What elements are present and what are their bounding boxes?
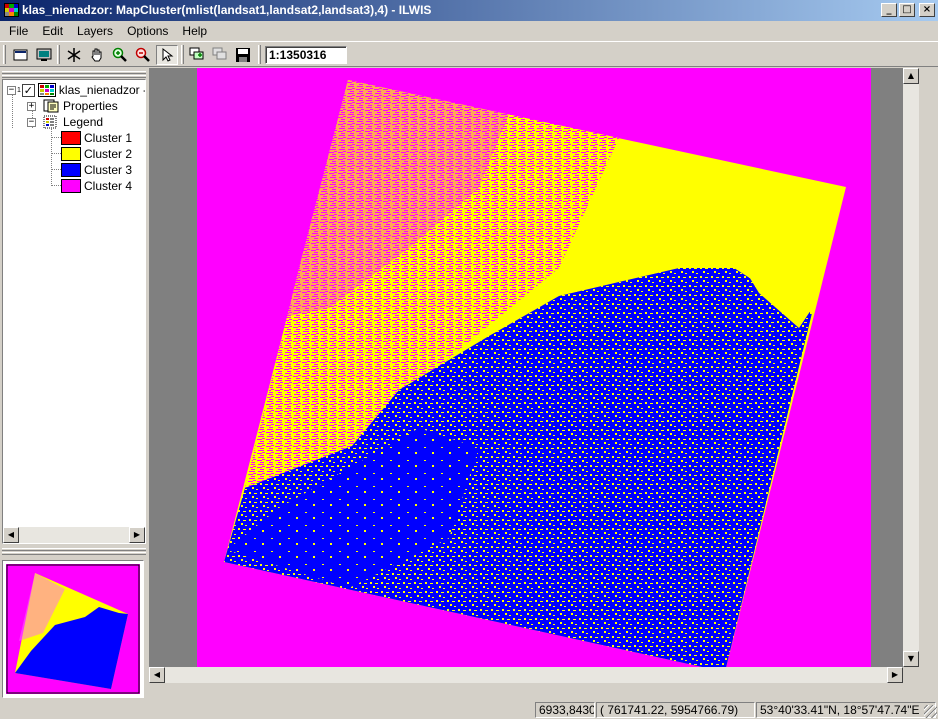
cluster-3-swatch (61, 163, 81, 177)
display-button[interactable] (33, 45, 55, 65)
scroll-left-button[interactable]: ◀ (149, 667, 165, 683)
legend-icon (43, 115, 57, 129)
display-icon (36, 48, 52, 61)
cluster-label: Cluster 1 (84, 131, 133, 145)
remove-layer-button[interactable] (209, 45, 231, 65)
overview-panel[interactable] (2, 560, 144, 698)
map-hscrollbar[interactable]: ◀ ▶ (149, 667, 903, 683)
cluster-label: Cluster 3 (84, 163, 133, 177)
layer-tree-hscrollbar[interactable]: ◀ ▶ (3, 527, 145, 543)
legend-label: Legend (63, 115, 104, 129)
legend-item-cluster-1[interactable]: Cluster 1 (61, 130, 132, 146)
new-map-button[interactable] (10, 45, 32, 65)
cluster-4-swatch (61, 179, 81, 193)
layer-name: klas_nienadzor - (58, 83, 146, 97)
normal-icon (67, 48, 81, 62)
scroll-up-button[interactable]: ▲ (903, 68, 919, 84)
resize-grip[interactable] (924, 705, 937, 718)
status-bar: 6933,8430 ( 761741.22, 5954766.79) 53°40… (0, 700, 938, 719)
layer-visible-checkbox[interactable]: ✓ (21, 83, 35, 97)
scroll-down-button[interactable]: ▼ (903, 651, 919, 667)
collapse-icon[interactable]: − (27, 117, 36, 127)
cluster-label: Cluster 2 (84, 147, 133, 161)
legend-item-cluster-3[interactable]: Cluster 3 (61, 162, 132, 178)
toolbar: 1:1350316 (0, 41, 938, 67)
normal-button[interactable] (63, 45, 85, 65)
minimize-button[interactable]: _ (881, 3, 897, 17)
map-vscrollbar[interactable]: ▲ ▼ (903, 68, 919, 667)
title-bar: klas_nienadzor: MapCluster(mlist(landsat… (0, 0, 938, 21)
cluster-1-swatch (61, 131, 81, 145)
status-latlon: 53°40'33.41"N, 18°57'47.74"E (756, 702, 936, 718)
layer-panel-grip[interactable] (2, 75, 146, 78)
pan-hand-icon (91, 48, 102, 62)
layer-tree-panel: − 1 ✓ klas_nienadzor - + Properties − Le… (2, 79, 146, 544)
overview-panel-grip[interactable] (2, 552, 146, 555)
pan-button[interactable] (86, 45, 108, 65)
cluster-2-swatch (61, 147, 81, 161)
menu-help[interactable]: Help (175, 24, 214, 38)
maximize-button[interactable]: □ (899, 3, 915, 17)
scroll-right-button[interactable]: ▶ (129, 527, 145, 543)
properties-label: Properties (63, 99, 118, 113)
zoom-in-button[interactable] (109, 45, 131, 65)
map-view[interactable]: ▲ ▼ ◀ ▶ (149, 68, 919, 683)
scroll-corner (903, 667, 919, 683)
status-coordinates: ( 761741.22, 5954766.79) (596, 702, 755, 718)
raster-map-icon (37, 83, 56, 97)
toolbar-separator (57, 45, 60, 64)
add-layer-icon (189, 47, 204, 60)
ilwis-map-icon (4, 3, 19, 17)
properties-icon (43, 99, 59, 113)
tree-properties-row[interactable]: + Properties (27, 98, 118, 114)
scale-field[interactable]: 1:1350316 (265, 46, 347, 64)
overview-panel-grip[interactable] (2, 548, 146, 551)
cluster-map[interactable] (149, 68, 919, 683)
toolbar-grip[interactable] (3, 45, 6, 64)
tree-legend-row[interactable]: − Legend (27, 114, 103, 130)
menu-file[interactable]: File (2, 24, 35, 38)
remove-layer-icon (212, 47, 227, 60)
window-title: klas_nienadzor: MapCluster(mlist(landsat… (22, 3, 432, 17)
legend-item-cluster-2[interactable]: Cluster 2 (61, 146, 132, 162)
menu-layers[interactable]: Layers (70, 24, 120, 38)
menu-options[interactable]: Options (120, 24, 175, 38)
menu-bar: File Edit Layers Options Help (0, 21, 938, 40)
select-button[interactable] (156, 45, 178, 65)
toolbar-separator (181, 45, 184, 64)
select-pointer-icon (162, 47, 174, 62)
status-rowcol: 6933,8430 (535, 702, 595, 718)
overview-map[interactable] (3, 561, 143, 697)
tree-root-row[interactable]: − 1 ✓ klas_nienadzor - (7, 82, 146, 98)
toolbar-separator (258, 45, 261, 64)
scroll-left-button[interactable]: ◀ (3, 527, 19, 543)
close-button[interactable]: × (919, 3, 935, 17)
cluster-label: Cluster 4 (84, 179, 133, 193)
save-icon (236, 48, 250, 62)
legend-item-cluster-4[interactable]: Cluster 4 (61, 178, 132, 194)
menu-edit[interactable]: Edit (35, 24, 70, 38)
save-button[interactable] (232, 45, 254, 65)
new-map-icon (13, 49, 28, 61)
zoom-out-icon (135, 47, 150, 62)
collapse-icon[interactable]: − (7, 85, 16, 95)
scroll-right-button[interactable]: ▶ (887, 667, 903, 683)
layer-panel-grip[interactable] (2, 71, 146, 74)
add-layer-button[interactable] (186, 45, 208, 65)
zoom-out-button[interactable] (132, 45, 154, 65)
zoom-in-icon (112, 47, 127, 62)
expand-icon[interactable]: + (27, 101, 36, 111)
